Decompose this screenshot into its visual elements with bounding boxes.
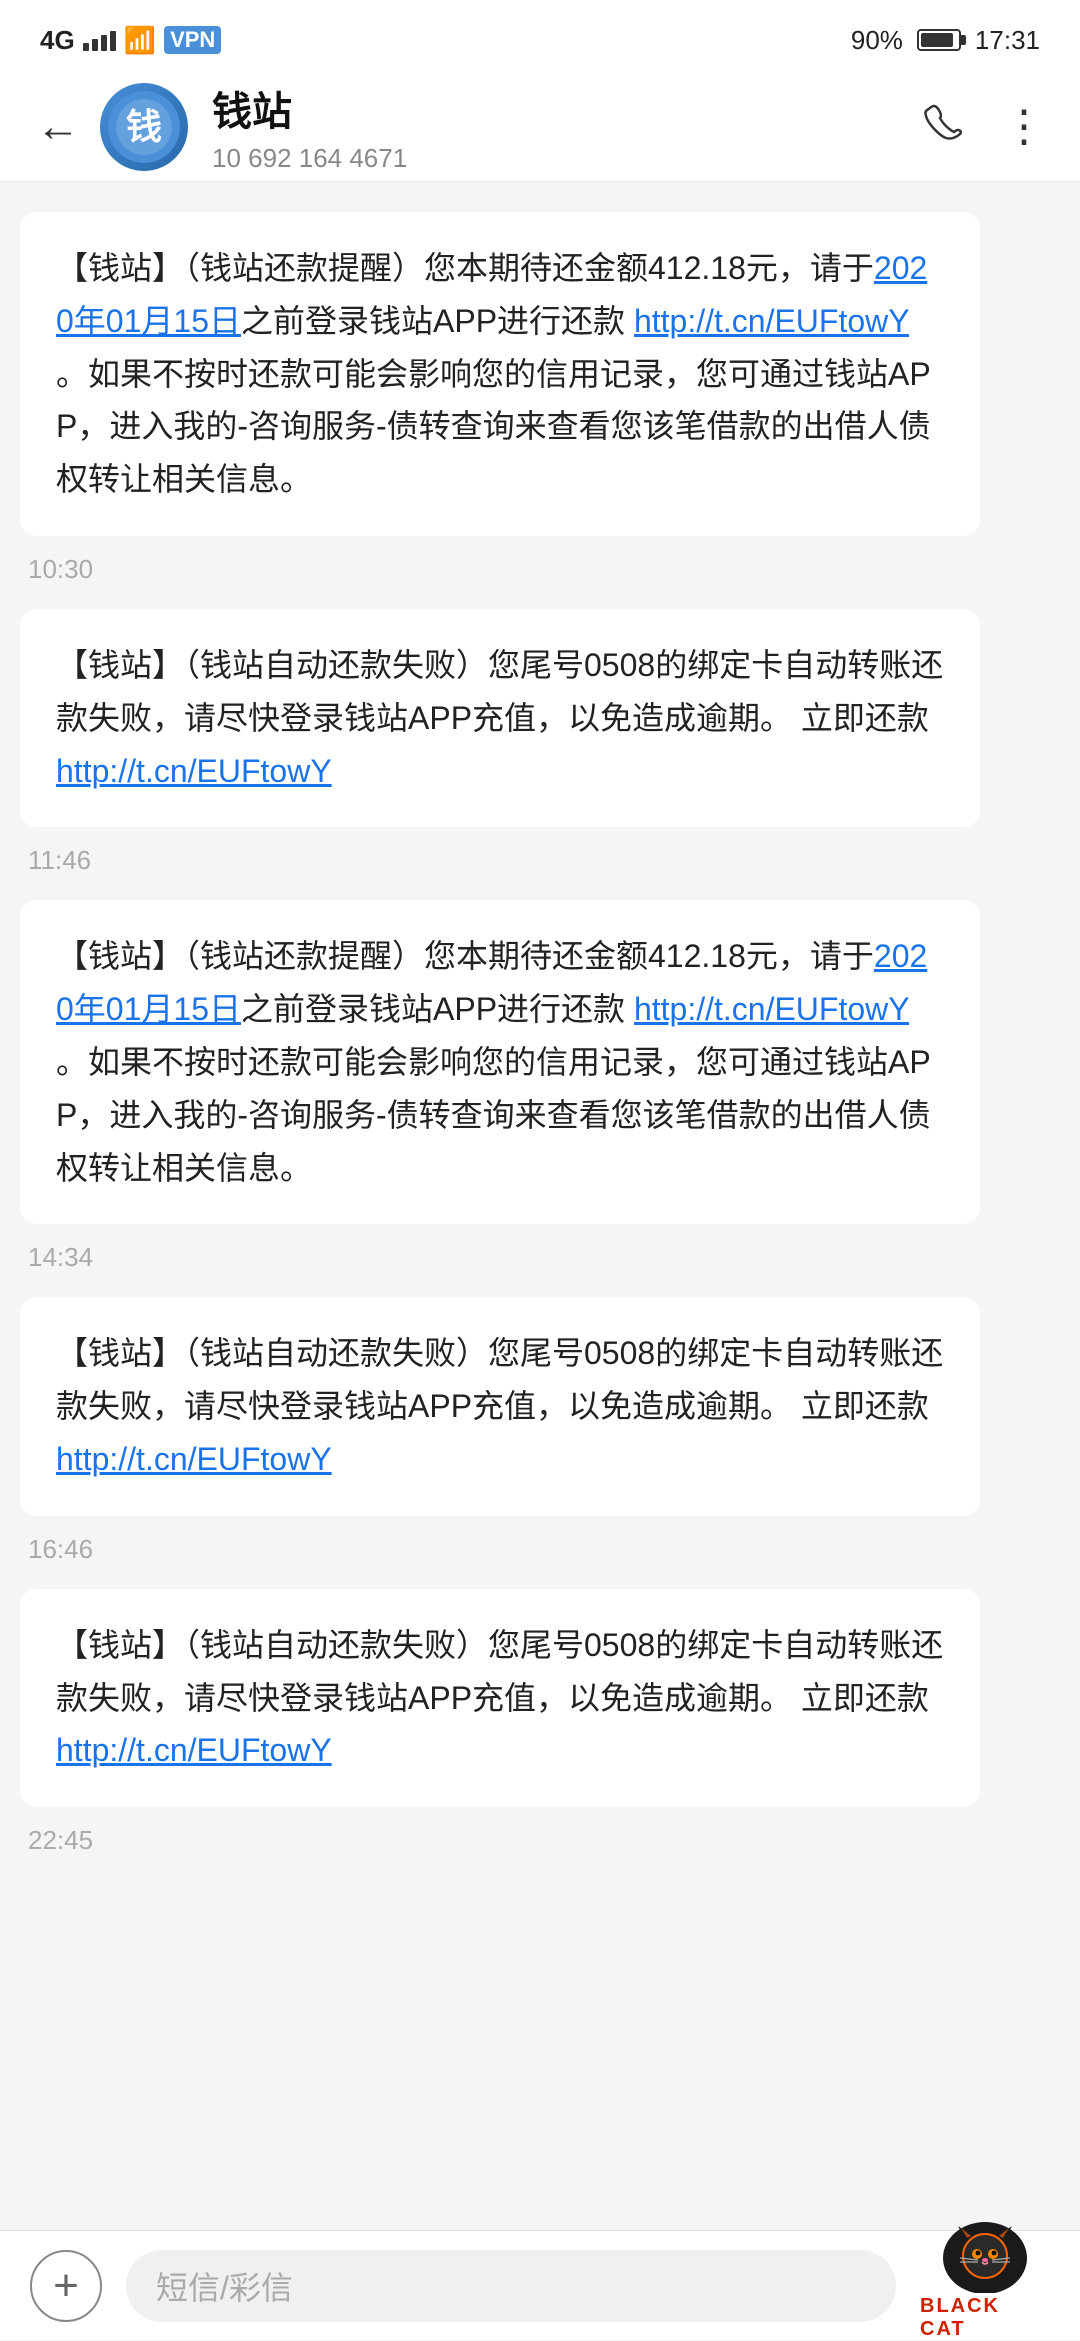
status-bar: 4G 📶 VPN 90% 17:31 (0, 0, 1080, 72)
time-display: 17:31 (975, 25, 1040, 56)
message-link[interactable]: http://t.cn/EUFtowY (56, 1441, 332, 1477)
message-bubble: 【钱站】（钱站还款提醒）您本期待还金额412.18元，请于2020年01月15日… (20, 212, 980, 536)
input-placeholder: 短信/彩信 (156, 2263, 293, 2309)
timestamp-4: 16:46 (28, 1534, 1060, 1565)
timestamp-2: 11:46 (28, 845, 1060, 876)
svg-text:钱: 钱 (126, 106, 162, 147)
message-text: 【钱站】（钱站还款提醒）您本期待还金额412.18元，请于2020年01月15日… (56, 938, 931, 1185)
cat-icon-area (930, 2218, 1040, 2293)
timestamp-3: 14:34 (28, 1242, 1060, 1273)
message-bubble: 【钱站】（钱站自动还款失败）您尾号0508的绑定卡自动转账还款失败，请尽快登录钱… (20, 609, 980, 827)
timestamp-5: 22:45 (28, 1825, 1060, 1856)
battery-percent: 90% (851, 25, 903, 56)
more-icon[interactable]: ⋮ (1002, 101, 1044, 152)
message-link[interactable]: http://t.cn/EUFtowY (634, 303, 909, 339)
phone-icon[interactable] (922, 102, 962, 152)
wifi-icon: 📶 (124, 25, 156, 56)
message-bubble: 【钱站】（钱站自动还款失败）您尾号0508的绑定卡自动转账还款失败，请尽快登录钱… (20, 1297, 980, 1515)
message-link[interactable]: http://t.cn/EUFtowY (56, 1732, 332, 1768)
black-cat-logo[interactable]: BLACK CAT (920, 2231, 1050, 2341)
status-right: 90% 17:31 (851, 25, 1040, 56)
vpn-icon: VPN (164, 26, 221, 54)
contact-number: 10 692 164 4671 (212, 143, 922, 174)
message-link[interactable]: http://t.cn/EUFtowY (56, 753, 332, 789)
message-text: 【钱站】（钱站自动还款失败）您尾号0508的绑定卡自动转账还款失败，请尽快登录钱… (56, 1335, 943, 1477)
header: ← 钱 钱站 10 692 164 4671 ⋮ (0, 72, 1080, 182)
black-cat-text: BLACK CAT (920, 2295, 1050, 2341)
contact-avatar: 钱 (100, 83, 188, 171)
message-text: 【钱站】（钱站自动还款失败）您尾号0508的绑定卡自动转账还款失败，请尽快登录钱… (56, 1627, 943, 1769)
message-link[interactable]: http://t.cn/EUFtowY (634, 991, 909, 1027)
message-text: 【钱站】（钱站还款提醒）您本期待还金额412.18元，请于2020年01月15日… (56, 250, 931, 497)
bottom-bar: + 短信/彩信 (0, 2230, 1080, 2340)
header-actions: ⋮ (922, 101, 1044, 152)
battery-icon (917, 29, 961, 51)
message-bubble: 【钱站】（钱站自动还款失败）您尾号0508的绑定卡自动转账还款失败，请尽快登录钱… (20, 1589, 980, 1807)
add-button[interactable]: + (30, 2250, 102, 2322)
status-left: 4G 📶 VPN (40, 25, 221, 56)
avatar-icon: 钱 (108, 91, 180, 163)
contact-info: 钱站 10 692 164 4671 (212, 79, 922, 174)
network-type: 4G (40, 25, 75, 56)
signal-bars (83, 29, 116, 51)
message-bubble: 【钱站】（钱站还款提醒）您本期待还金额412.18元，请于2020年01月15日… (20, 900, 980, 1224)
contact-name: 钱站 (212, 79, 922, 137)
black-cat-icon (940, 2218, 1030, 2293)
message-text: 【钱站】（钱站自动还款失败）您尾号0508的绑定卡自动转账还款失败，请尽快登录钱… (56, 647, 943, 789)
back-button[interactable]: ← (36, 102, 80, 152)
chat-area: 【钱站】（钱站还款提醒）您本期待还金额412.18元，请于2020年01月15日… (0, 182, 1080, 2230)
timestamp-1: 10:30 (28, 554, 1060, 585)
message-input[interactable]: 短信/彩信 (126, 2250, 896, 2322)
